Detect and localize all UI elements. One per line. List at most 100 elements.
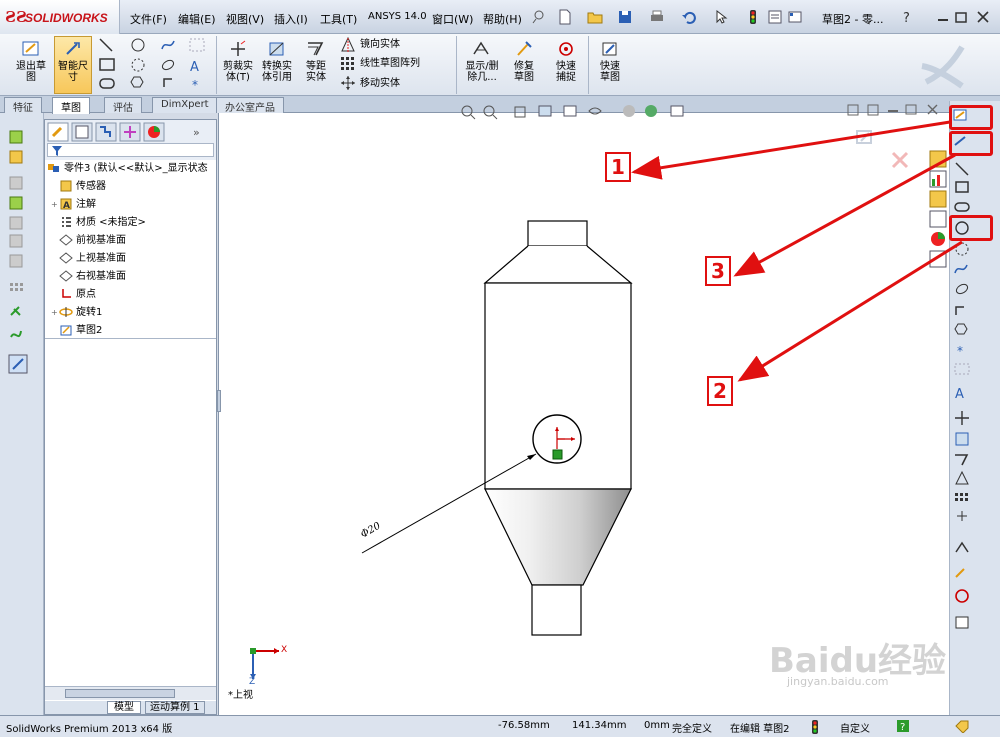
tab-evaluate[interactable]: 评估	[104, 97, 142, 114]
help-icon[interactable]: ?	[896, 719, 910, 733]
tree-item-origin[interactable]: 原点	[51, 286, 96, 303]
tree-item-sketch2[interactable]: 草图2	[51, 322, 102, 339]
repair-sketch-button[interactable]: 修复草图	[506, 36, 542, 94]
trim-entities-button[interactable]: 剪裁实体(T)	[220, 36, 256, 94]
manager-tabs[interactable]: »	[47, 122, 207, 142]
svg-text:?: ?	[900, 722, 905, 733]
tab-model[interactable]: 模型	[107, 701, 141, 714]
tree-item-top-plane[interactable]: 上视基准面	[51, 250, 126, 267]
rapid-sketch-button[interactable]: 快速草图	[592, 36, 628, 94]
annotations-icon: A	[60, 198, 72, 210]
graphics-area[interactable]: Φ20 X Z *上视 Baidu经验 jingyan.baidu.com	[218, 104, 949, 715]
svg-text:*: *	[192, 78, 198, 92]
feature-manager-tree: » 零件3 (默认<<默认>_显示状态 传感器 + A 注解 材质 <未指定> 前视…	[44, 119, 217, 715]
status-bar: SolidWorks Premium 2013 x64 版 -76.58mm 1…	[0, 715, 1000, 737]
smart-dimension-button[interactable]: 智能尺寸	[54, 36, 92, 94]
repair-icon	[517, 41, 532, 56]
coord-z: 0mm	[644, 720, 670, 731]
callout-2: 2	[707, 376, 733, 406]
select-arrow-icon[interactable]	[712, 8, 730, 26]
callout-3: 3	[705, 256, 731, 286]
tree-item-material[interactable]: 材质 <未指定>	[51, 214, 146, 231]
mirror-icon[interactable]	[340, 37, 356, 53]
linear-pattern-label[interactable]: 线性草图阵列	[360, 58, 420, 69]
left-sketch-toolbar	[0, 113, 44, 715]
highlight-box-sketch	[949, 105, 993, 130]
convert-entities-button[interactable]: 转换实体引用	[258, 36, 296, 94]
bottom-cone	[484, 488, 632, 586]
exit-sketch-button[interactable]: 退出草图	[12, 36, 50, 94]
title-bar: ƧƧ SOLIDWORKS 文件(F) 编辑(E) 视图(V) 插入(I) 工具…	[0, 0, 1000, 34]
quick-snaps-button[interactable]: 快速捕捉	[546, 36, 586, 94]
undo-icon[interactable]	[680, 8, 698, 26]
tree-item-sensors[interactable]: 传感器	[51, 178, 106, 195]
tree-item-right-plane[interactable]: 右视基准面	[51, 268, 126, 285]
units-custom[interactable]: 自定义	[840, 720, 870, 735]
tab-features[interactable]: 特征	[4, 97, 42, 114]
baidu-watermark-url: jingyan.baidu.com	[787, 675, 889, 688]
tree-item-revolve1[interactable]: + 旋转1	[51, 304, 102, 321]
tab-sketch[interactable]: 草图	[52, 97, 90, 114]
toolbar-separator	[588, 36, 589, 94]
definition-status: 完全定义	[672, 724, 712, 735]
help-question-icon[interactable]: ?	[898, 8, 916, 26]
save-icon[interactable]	[616, 8, 634, 26]
minimize-icon[interactable]	[934, 8, 952, 26]
filter-box[interactable]	[47, 143, 214, 157]
menu-file[interactable]: 文件(F)	[130, 11, 167, 27]
solidworks-logo[interactable]: ƧƧ SOLIDWORKS	[0, 0, 120, 34]
panel-splitter-handle[interactable]	[217, 390, 221, 412]
menu-window[interactable]: 窗口(W)	[432, 11, 473, 27]
menu-view[interactable]: 视图(V)	[226, 11, 264, 27]
linear-pattern-icon[interactable]	[340, 56, 356, 72]
plane-icon	[59, 252, 73, 264]
menu-tools[interactable]: 工具(T)	[320, 11, 357, 27]
toolbar-separator	[456, 36, 457, 94]
menu-edit[interactable]: 编辑(E)	[178, 11, 216, 27]
move-entities-label[interactable]: 移动实体	[360, 78, 400, 89]
pin-icon[interactable]	[530, 8, 548, 26]
coord-y: 141.34mm	[572, 720, 627, 731]
menu-insert[interactable]: 插入(I)	[274, 11, 308, 27]
menu-ansys[interactable]: ANSYS 14.0	[368, 11, 427, 22]
close-icon[interactable]	[974, 8, 992, 26]
plane-icon	[59, 234, 73, 246]
exit-sketch-icon	[22, 41, 39, 56]
restore-icon[interactable]	[952, 8, 970, 26]
new-file-icon[interactable]	[556, 8, 574, 26]
svg-text:?: ?	[903, 11, 910, 26]
tag-icon[interactable]	[954, 719, 970, 733]
open-folder-icon[interactable]	[586, 8, 604, 26]
tree-item-annotations[interactable]: + A 注解	[51, 196, 96, 213]
tree-root[interactable]: 零件3 (默认<<默认>_显示状态	[47, 160, 208, 177]
bottom-nozzle	[531, 584, 582, 636]
mirror-entities-label[interactable]: 镜向实体	[360, 39, 400, 50]
left-toolbar-icons[interactable]	[8, 129, 36, 379]
quick-snaps-icon	[559, 42, 573, 56]
options-icon[interactable]	[786, 8, 804, 26]
display-delete-relations-button[interactable]: 显示/删除几...	[460, 36, 502, 94]
menu-help[interactable]: 帮助(H)	[483, 11, 522, 27]
trim-icon	[231, 40, 246, 56]
move-entities-icon[interactable]	[340, 75, 356, 91]
task-pane-icons[interactable]	[928, 149, 950, 279]
tree-item-front-plane[interactable]: 前视基准面	[51, 232, 126, 249]
tab-dimxpert[interactable]: DimXpert	[152, 97, 218, 113]
file-properties-icon[interactable]	[766, 8, 784, 26]
print-icon[interactable]	[648, 8, 666, 26]
tree-scrollbar[interactable]	[45, 686, 216, 700]
tab-motion-study[interactable]: 运动算例 1	[145, 701, 205, 714]
rapid-sketch-icon	[602, 42, 617, 56]
sensors-icon	[60, 180, 72, 192]
plane-icon	[59, 270, 73, 282]
sketch-entities-toolbar[interactable]: A *	[98, 37, 210, 95]
rebuild-light-icon[interactable]	[808, 719, 822, 735]
svg-text:A: A	[955, 387, 964, 402]
tab-office-products[interactable]: 办公室产品	[216, 97, 284, 114]
svg-text:*: *	[957, 344, 963, 358]
offset-entities-button[interactable]: 等距实体	[298, 36, 334, 94]
ds-watermark-icon	[921, 45, 965, 89]
traffic-light-icon[interactable]	[744, 8, 762, 26]
right-sketch-toolbar: * A	[929, 101, 1000, 715]
top-nozzle	[527, 220, 588, 247]
